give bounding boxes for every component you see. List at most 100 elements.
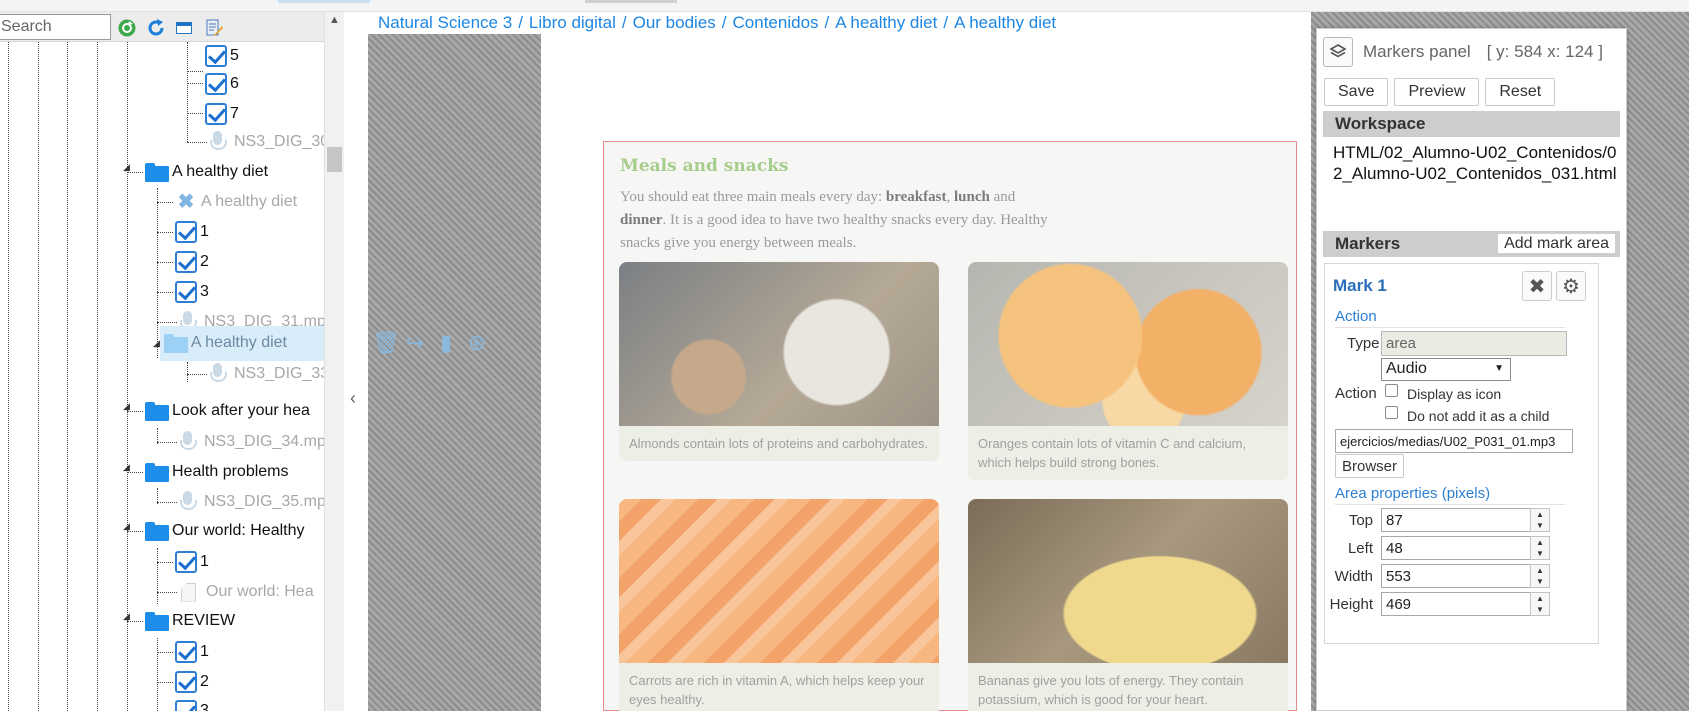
gear-icon[interactable]: ⚙: [1556, 271, 1586, 301]
tree-item-label: A healthy diet: [172, 163, 269, 180]
food-card-almonds: Almonds contain lots of proteins and car…: [619, 262, 939, 461]
activity-icon: ✖: [177, 191, 195, 213]
save-button[interactable]: Save: [1324, 78, 1389, 106]
tree-panel: 5 6 7 NS3_DIG_30 ◢ A healthy diet ✖ A hea…: [0, 12, 344, 711]
refresh-green-icon[interactable]: [117, 18, 137, 38]
checkbox-checked-icon[interactable]: [175, 251, 197, 273]
search-input[interactable]: [0, 14, 111, 40]
tree-guide-line: [67, 42, 68, 711]
tree-scrollbar[interactable]: ▲: [324, 12, 344, 711]
collapse-toggle-icon[interactable]: ◢: [153, 338, 160, 349]
tree-branch: [157, 202, 173, 203]
chevron-left-icon[interactable]: ‹: [350, 388, 356, 409]
checkbox-checked-icon[interactable]: [205, 103, 227, 125]
tree-item-audio[interactable]: NS3_DIG_30: [209, 128, 329, 156]
action-section-label: Action: [1335, 308, 1377, 325]
mark-area[interactable]: Meals and snacks You should eat three ma…: [603, 141, 1297, 711]
intro-text: and: [989, 189, 1016, 205]
width-input[interactable]: [1381, 564, 1531, 588]
breadcrumb-item[interactable]: A healthy diet: [954, 13, 1056, 32]
bananas-image: [968, 499, 1288, 663]
left-label: Left: [1347, 540, 1373, 557]
oranges-image: [968, 262, 1288, 426]
scroll-thumb[interactable]: [327, 147, 342, 172]
intro-bold: lunch: [953, 189, 990, 205]
top-strip: [0, 0, 1689, 12]
refresh-blue-icon[interactable]: [146, 18, 166, 38]
not-child-checkbox[interactable]: [1385, 406, 1398, 419]
tree-item-folder[interactable]: A healthy diet: [145, 158, 268, 186]
breadcrumb-separator: /: [824, 13, 830, 32]
breadcrumb-item[interactable]: A healthy diet: [835, 13, 937, 32]
breadcrumb-item[interactable]: Our bodies: [633, 13, 716, 32]
breadcrumb-item[interactable]: Contenidos: [733, 13, 819, 32]
selected-row-tools: 🗑 ↪ ▮ ⊛: [372, 331, 489, 355]
action-select[interactable]: Audio ▼: [1381, 358, 1511, 381]
top-strip-accent: [278, 0, 370, 3]
tree-item-folder-selected[interactable]: ◢ A healthy diet: [153, 329, 287, 357]
folder-icon: [145, 162, 169, 182]
tree-branch: [187, 142, 207, 143]
tree-guide-line: [187, 42, 188, 142]
tree-item-label: 3: [200, 283, 209, 300]
download-icon[interactable]: ⊛: [465, 331, 489, 355]
breadcrumb-separator: /: [721, 13, 727, 32]
breadcrumb-item[interactable]: Natural Science 3: [378, 13, 512, 32]
top-input[interactable]: [1381, 508, 1531, 532]
trash-icon[interactable]: 🗑: [372, 331, 400, 355]
action-select-value: Audio: [1386, 360, 1427, 377]
collapse-sidebar-handle[interactable]: ‹: [344, 12, 368, 711]
edit-document-icon[interactable]: [204, 18, 224, 38]
tree-item-check[interactable]: 6: [205, 70, 239, 98]
media-file-input[interactable]: [1335, 429, 1573, 453]
panel-buttons: Save Preview Reset: [1324, 78, 1556, 106]
scroll-up-icon[interactable]: ▲: [329, 14, 340, 26]
window-icon[interactable]: [174, 18, 194, 38]
height-input[interactable]: [1381, 592, 1531, 616]
tree-guide-line: [127, 42, 128, 711]
breadcrumb: Natural Science 3 / Libro digital / Our bodi…: [368, 12, 1067, 34]
tree-item-check[interactable]: 2: [175, 248, 209, 276]
tree-guide-line: [157, 548, 158, 604]
markers-header: Markers Add mark area: [1323, 231, 1620, 257]
width-label: Width: [1334, 568, 1373, 585]
left-stepper-icon[interactable]: ▲ ▼: [1530, 536, 1550, 560]
display-as-icon-checkbox[interactable]: [1385, 384, 1398, 397]
tree-branch: [157, 292, 173, 293]
width-stepper-icon[interactable]: ▲ ▼: [1530, 564, 1550, 588]
carrots-image: [619, 499, 939, 663]
page-icon[interactable]: ▮: [434, 331, 458, 355]
layers-icon[interactable]: [1323, 37, 1353, 67]
tree-item-label: 2: [200, 253, 209, 270]
reset-button[interactable]: Reset: [1485, 78, 1556, 106]
section-divider: [1335, 327, 1565, 328]
food-card-bananas: Bananas give you lots of energy. They co…: [968, 499, 1288, 711]
tree-item-activity[interactable]: ✖ A healthy diet: [175, 188, 297, 216]
food-card-oranges: Oranges contain lots of vitamin C and ca…: [968, 262, 1288, 480]
tree-item-check[interactable]: 3: [175, 278, 209, 306]
content-intro: You should eat three main meals every da…: [620, 186, 1050, 255]
top-strip-segment: [585, 0, 677, 3]
checkbox-checked-icon[interactable]: [175, 221, 197, 243]
left-input[interactable]: [1381, 536, 1531, 560]
add-mark-area-button[interactable]: Add mark area: [1497, 233, 1616, 254]
mark-title: Mark 1: [1333, 276, 1387, 295]
share-icon[interactable]: ↪: [403, 331, 427, 355]
checkbox-checked-icon[interactable]: [205, 45, 227, 67]
tree-branch: [187, 113, 203, 114]
breadcrumb-item[interactable]: Libro digital: [529, 13, 616, 32]
checkbox-checked-icon[interactable]: [175, 281, 197, 303]
preview-button[interactable]: Preview: [1394, 78, 1480, 106]
breadcrumb-separator: /: [518, 13, 523, 32]
top-stepper-icon[interactable]: ▲ ▼: [1530, 508, 1550, 532]
tree-item-check[interactable]: 1: [175, 218, 209, 246]
tree-item-check[interactable]: 7: [205, 100, 239, 128]
browser-button[interactable]: Browser: [1335, 454, 1405, 478]
height-stepper-icon[interactable]: ▲ ▼: [1530, 592, 1550, 616]
tree-branch: [127, 172, 143, 173]
checkbox-checked-icon[interactable]: [205, 73, 227, 95]
close-icon[interactable]: ✖: [1522, 271, 1552, 301]
microphone-icon: [209, 131, 227, 153]
intro-bold: dinner: [620, 212, 663, 228]
tree-item-check[interactable]: 5: [205, 42, 239, 70]
